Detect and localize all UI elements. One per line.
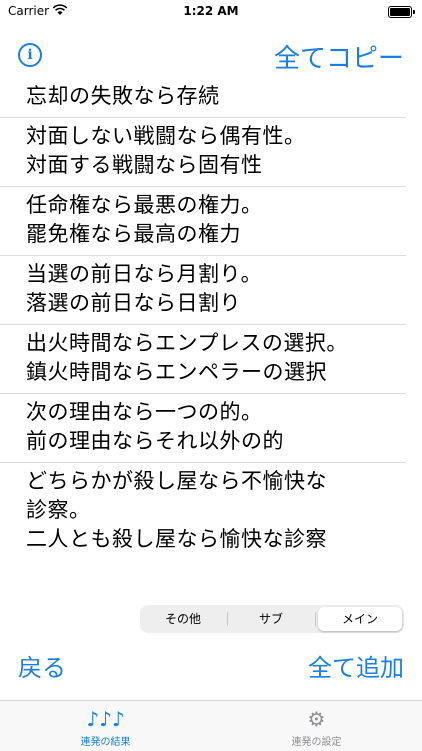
result-text-line: 任命権なら最悪の権力。 (26, 193, 263, 217)
result-text-line: 対面する戦闘なら固有性 (26, 153, 263, 177)
segment-divider (315, 612, 316, 626)
result-row[interactable]: 任命権なら最悪の権力。 罷免権なら最高の権力 (0, 187, 406, 256)
tab-bar: ♪♪♪ 連発の結果 ⚙ 連発の設定 (0, 700, 422, 751)
result-row[interactable]: 忘却の失敗なら存続 (0, 78, 406, 118)
result-row[interactable]: 対面しない戦闘なら偶有性。 対面する戦闘なら固有性 (0, 118, 406, 187)
status-time: 1:22 AM (183, 4, 239, 18)
segment-other[interactable]: その他 (142, 607, 224, 631)
result-text-line: 出火時間ならエンプレスの選択。 (26, 331, 348, 355)
result-text-line: 落選の前日なら日割り (26, 291, 241, 315)
tab-settings-label: 連発の設定 (291, 737, 342, 748)
result-list: 忘却の失敗なら存続 対面しない戦闘なら偶有性。 対面する戦闘なら固有性 任命権なら最悪… (0, 78, 422, 560)
battery-icon (388, 6, 415, 18)
tab-results[interactable]: ♪♪♪ 連発の結果 (0, 701, 211, 751)
category-segmented-control: その他 サブ メイン (140, 605, 404, 633)
tab-settings[interactable]: ⚙ 連発の設定 (211, 701, 422, 751)
result-row[interactable]: 出火時間ならエンプレスの選択。 鎮火時間ならエンペラーの選択 (0, 325, 406, 394)
segment-divider (227, 612, 228, 626)
tab-results-label: 連発の結果 (80, 737, 131, 748)
result-row[interactable]: 次の理由なら一つの的。 前の理由ならそれ以外の的 (0, 394, 406, 463)
nav-bar: i 全てコピー (0, 34, 422, 78)
status-bar: Carrier 1:22 AM (0, 0, 422, 26)
copy-all-button[interactable]: 全てコピー (274, 38, 404, 75)
add-all-button[interactable]: 全て追加 (308, 648, 404, 683)
result-text-line: 罷免権なら最高の権力 (26, 222, 241, 246)
gear-icon: ⚙ (307, 707, 326, 731)
segment-main[interactable]: メイン (318, 607, 402, 631)
result-text-line: 二人とも殺し屋なら愉快な診察 (26, 527, 327, 551)
result-row[interactable]: どちらかが殺し屋なら不愉快な 診察。二人とも殺し屋なら愉快な診察 (0, 463, 406, 560)
result-text-line: 当選の前日なら月割り。 (26, 262, 263, 286)
result-text-line: 対面しない戦闘なら偶有性。 (26, 124, 306, 148)
segment-sub[interactable]: サブ (230, 607, 312, 631)
music-notes-icon: ♪♪♪ (86, 707, 125, 731)
result-text-line: 忘却の失敗なら存続 (26, 84, 220, 108)
result-text-line: 鎮火時間ならエンペラーの選択 (26, 360, 327, 384)
result-row[interactable]: 当選の前日なら月割り。 落選の前日なら日割り (0, 256, 406, 325)
info-icon[interactable]: i (18, 43, 42, 67)
back-button[interactable]: 戻る (18, 648, 66, 683)
result-text-line: 次の理由なら一つの的。 (26, 400, 263, 424)
result-text-line: 診察。 (26, 498, 91, 522)
result-text-line: どちらかが殺し屋なら不愉快な (26, 469, 327, 493)
result-text-line: 前の理由ならそれ以外の的 (26, 429, 284, 453)
